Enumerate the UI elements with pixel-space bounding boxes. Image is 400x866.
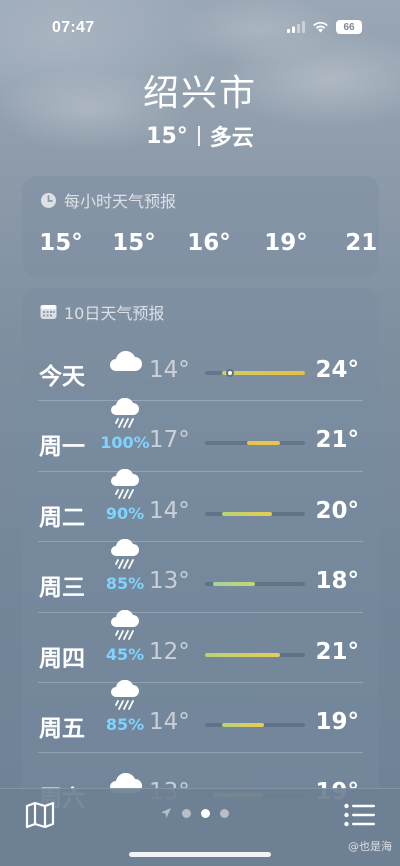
ten-day-forecast-card[interactable]: 10日天气预报 今天 14° 24° 周一 100% 17° 21° 周二 90…: [22, 288, 379, 808]
precip-chance: 85%: [105, 715, 145, 734]
page-dot: [220, 808, 229, 818]
temp-range-fill: [222, 723, 264, 727]
high-temp: 24°: [315, 357, 359, 383]
hour-temp: 15°: [112, 230, 156, 256]
low-temp: 12°: [149, 639, 190, 665]
temp-range-fill: [213, 582, 255, 586]
calendar-icon: [40, 305, 57, 319]
day-name: 周一: [39, 434, 85, 460]
forecast-day-row[interactable]: 周三 85% 13° 18°: [22, 539, 379, 611]
row-divider: [38, 471, 363, 472]
temp-range-bar: [205, 441, 305, 445]
hour-temp: 21°: [345, 230, 379, 256]
weather-icon: [100, 398, 150, 428]
precip-chance: 85%: [105, 574, 145, 593]
ten-day-forecast-header: 10日天气预报: [22, 288, 379, 324]
low-temp: 13°: [149, 568, 190, 594]
status-bar: 07:47 66: [0, 0, 400, 56]
divider: [197, 126, 200, 146]
temp-range-bar: [205, 512, 305, 516]
row-divider: [38, 612, 363, 613]
high-temp: 21°: [315, 427, 359, 453]
watermark: @也是海: [348, 840, 392, 853]
status-time: 07:47: [52, 19, 95, 36]
location-arrow-icon: [161, 808, 171, 818]
battery-indicator: 66: [336, 20, 362, 34]
day-name: 周四: [39, 646, 85, 672]
rain-cloud-icon: [111, 469, 139, 499]
low-temp: 17°: [149, 427, 190, 453]
temp-range-bar: [205, 653, 305, 657]
hourly-forecast-title: 每小时天气预报: [64, 192, 177, 211]
low-temp: 14°: [149, 709, 190, 735]
hourly-forecast-header: 每小时天气预报: [22, 176, 379, 212]
hour-temp: 16°: [187, 230, 231, 256]
weather-icon: [100, 349, 150, 373]
high-temp: 21°: [315, 639, 359, 665]
page-dot-active: [201, 808, 210, 818]
cellular-signal-icon: [287, 21, 305, 33]
list-icon[interactable]: [344, 803, 376, 827]
forecast-day-row[interactable]: 周四 45% 12° 21°: [22, 610, 379, 682]
temp-range-fill: [222, 512, 272, 516]
map-icon[interactable]: [25, 801, 55, 829]
rain-cloud-icon: [111, 610, 139, 640]
temp-range-fill: [247, 441, 280, 445]
row-divider: [38, 752, 363, 753]
row-divider: [38, 400, 363, 401]
precip-chance: 100%: [100, 433, 150, 452]
high-temp: 18°: [315, 568, 359, 594]
day-name: 周三: [39, 575, 85, 601]
weather-icon: [100, 610, 150, 640]
hour-temp: 19°: [264, 230, 308, 256]
cloud-icon: [110, 350, 142, 371]
high-temp: 19°: [315, 709, 359, 735]
temp-range-bar: [205, 582, 305, 586]
rain-cloud-icon: [111, 398, 139, 428]
low-temp: 14°: [149, 498, 190, 524]
page-dot: [182, 808, 191, 818]
temp-range-bar: [205, 723, 305, 727]
location-header: 绍兴市 15° 多云: [0, 70, 400, 152]
current-temp: 15°: [146, 123, 188, 149]
home-indicator[interactable]: [129, 852, 271, 857]
high-temp: 20°: [315, 498, 359, 524]
weather-icon: [100, 539, 150, 569]
city-name: 绍兴市: [142, 73, 257, 114]
temp-range-bar: [205, 369, 305, 377]
rain-cloud-icon: [111, 539, 139, 569]
rain-cloud-icon: [111, 680, 139, 710]
weather-icon: [100, 469, 150, 499]
status-icons: 66: [287, 20, 362, 34]
current-temp-marker: [226, 369, 234, 377]
forecast-day-row[interactable]: 周二 90% 14° 20°: [22, 469, 379, 541]
forecast-day-row[interactable]: 周一 100% 17° 21°: [22, 398, 379, 470]
current-conditions: 15° 多云: [0, 120, 400, 152]
row-divider: [38, 541, 363, 542]
current-condition: 多云: [209, 126, 254, 151]
row-divider: [38, 682, 363, 683]
day-name: 今天: [39, 364, 85, 390]
precip-chance: 45%: [105, 645, 145, 664]
temp-range-fill: [222, 371, 305, 375]
hour-temp: 15°: [39, 230, 83, 256]
forecast-day-row[interactable]: 今天 14° 24°: [22, 330, 379, 400]
precip-chance: 90%: [105, 504, 145, 523]
hourly-forecast-card[interactable]: 每小时天气预报 15° 15° 16° 19° 21°: [22, 176, 379, 276]
day-name: 周五: [39, 716, 85, 742]
hourly-temps-row[interactable]: 15° 15° 16° 19° 21°: [22, 230, 379, 264]
wifi-icon: [313, 21, 328, 33]
day-name: 周二: [39, 505, 85, 531]
forecast-day-row[interactable]: 周五 85% 14° 19°: [22, 680, 379, 752]
page-indicator[interactable]: [160, 807, 229, 819]
weather-icon: [100, 680, 150, 710]
ten-day-forecast-title: 10日天气预报: [64, 304, 165, 323]
temp-range-fill: [205, 653, 280, 657]
low-temp: 14°: [149, 357, 190, 383]
clock-icon: [41, 192, 56, 208]
